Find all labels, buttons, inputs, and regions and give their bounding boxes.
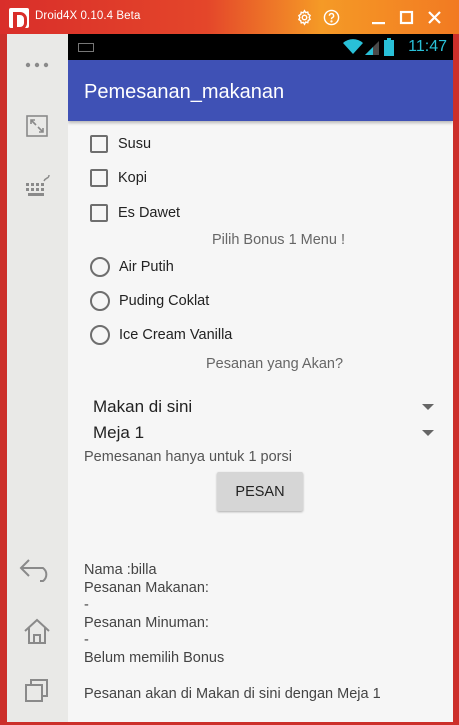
back-icon[interactable] xyxy=(17,554,57,584)
close-icon[interactable] xyxy=(426,9,443,26)
summary-drink-value: - xyxy=(84,632,89,648)
summary-name: Nama :billa xyxy=(84,562,157,578)
battery-icon xyxy=(384,38,394,56)
app-bar: Pemesanan_makanan xyxy=(68,60,453,121)
radio-ice-cream-vanilla[interactable]: Ice Cream Vanilla xyxy=(90,323,232,347)
bonus-caption: Pilih Bonus 1 Menu ! xyxy=(212,232,345,248)
window-titlebar[interactable]: Droid4X 0.10.4 Beta xyxy=(0,0,459,34)
status-time: 11:47 xyxy=(408,38,447,55)
keyboard-icon[interactable] xyxy=(22,172,52,202)
summary-final: Pesanan akan di Makan di sini dengan Mej… xyxy=(84,686,381,702)
wifi-icon xyxy=(343,39,363,54)
fullscreen-icon[interactable] xyxy=(22,111,52,141)
checkbox-box[interactable] xyxy=(90,204,108,222)
radio-label: Air Putih xyxy=(119,259,174,275)
dropdown-arrow-icon xyxy=(422,430,434,436)
checkbox-label: Susu xyxy=(118,136,152,152)
app-title: Pemesanan_makanan xyxy=(84,81,285,103)
summary-bonus: Belum memilih Bonus xyxy=(84,649,225,666)
summary-food-value: - xyxy=(84,597,89,613)
radio-label: Puding Coklat xyxy=(119,293,210,309)
dropdown-arrow-icon xyxy=(422,404,434,410)
summary-drink-label: Pesanan Minuman: xyxy=(84,614,209,631)
radio-label: Ice Cream Vanilla xyxy=(119,327,233,343)
keyboard-notification-icon xyxy=(78,43,94,52)
radio-puding-coklat[interactable]: Puding Coklat xyxy=(90,289,209,313)
pesan-button[interactable]: PESAN xyxy=(217,472,303,511)
radio-button[interactable] xyxy=(90,291,110,311)
checkbox-box[interactable] xyxy=(90,169,108,187)
emulator-window: Droid4X 0.10.4 Beta 11:47 Pemesanan_maka… xyxy=(0,0,459,725)
checkbox-label: Es Dawet xyxy=(118,205,181,221)
window-title: Droid4X 0.10.4 Beta xyxy=(35,10,141,22)
place-spinner-value: Makan di sini xyxy=(93,397,193,416)
table-spinner[interactable]: Meja 1 xyxy=(92,422,434,446)
checkbox-label: Kopi xyxy=(118,170,148,186)
checkbox-es-dawet[interactable]: Es Dawet xyxy=(90,201,180,225)
settings-icon[interactable] xyxy=(296,9,313,26)
summary-block: Nama :billa Pesanan Makanan: - Pesanan M… xyxy=(84,562,224,667)
help-icon[interactable] xyxy=(323,9,340,26)
checkbox-box[interactable] xyxy=(90,135,108,153)
recents-icon[interactable] xyxy=(22,676,52,706)
droid4x-logo-icon xyxy=(9,8,29,30)
table-spinner-value: Meja 1 xyxy=(93,423,145,442)
order-caption: Pesanan yang Akan? xyxy=(205,356,344,372)
more-icon[interactable] xyxy=(22,50,52,80)
radio-button[interactable] xyxy=(90,325,110,345)
maximize-icon[interactable] xyxy=(398,9,415,26)
home-icon[interactable] xyxy=(22,616,52,646)
radio-button[interactable] xyxy=(90,257,110,277)
checkbox-kopi[interactable]: Kopi xyxy=(90,166,147,190)
portion-note: Pemesanan hanya untuk 1 porsi xyxy=(84,449,292,465)
minimize-icon[interactable] xyxy=(370,9,387,26)
emulator-sidebar xyxy=(7,34,68,722)
checkbox-susu[interactable]: Susu xyxy=(90,132,151,156)
radio-air-putih[interactable]: Air Putih xyxy=(90,255,174,279)
signal-icon xyxy=(365,41,379,55)
order-form: Susu Kopi Es Dawet Pilih Bonus 1 Menu ! … xyxy=(68,121,453,722)
android-screen: 11:47 Pemesanan_makanan Susu Kopi Es Daw… xyxy=(68,34,453,722)
summary-food-label: Pesanan Makanan: xyxy=(84,579,209,596)
status-bar: 11:47 xyxy=(68,34,453,60)
place-spinner[interactable]: Makan di sini xyxy=(92,396,434,420)
